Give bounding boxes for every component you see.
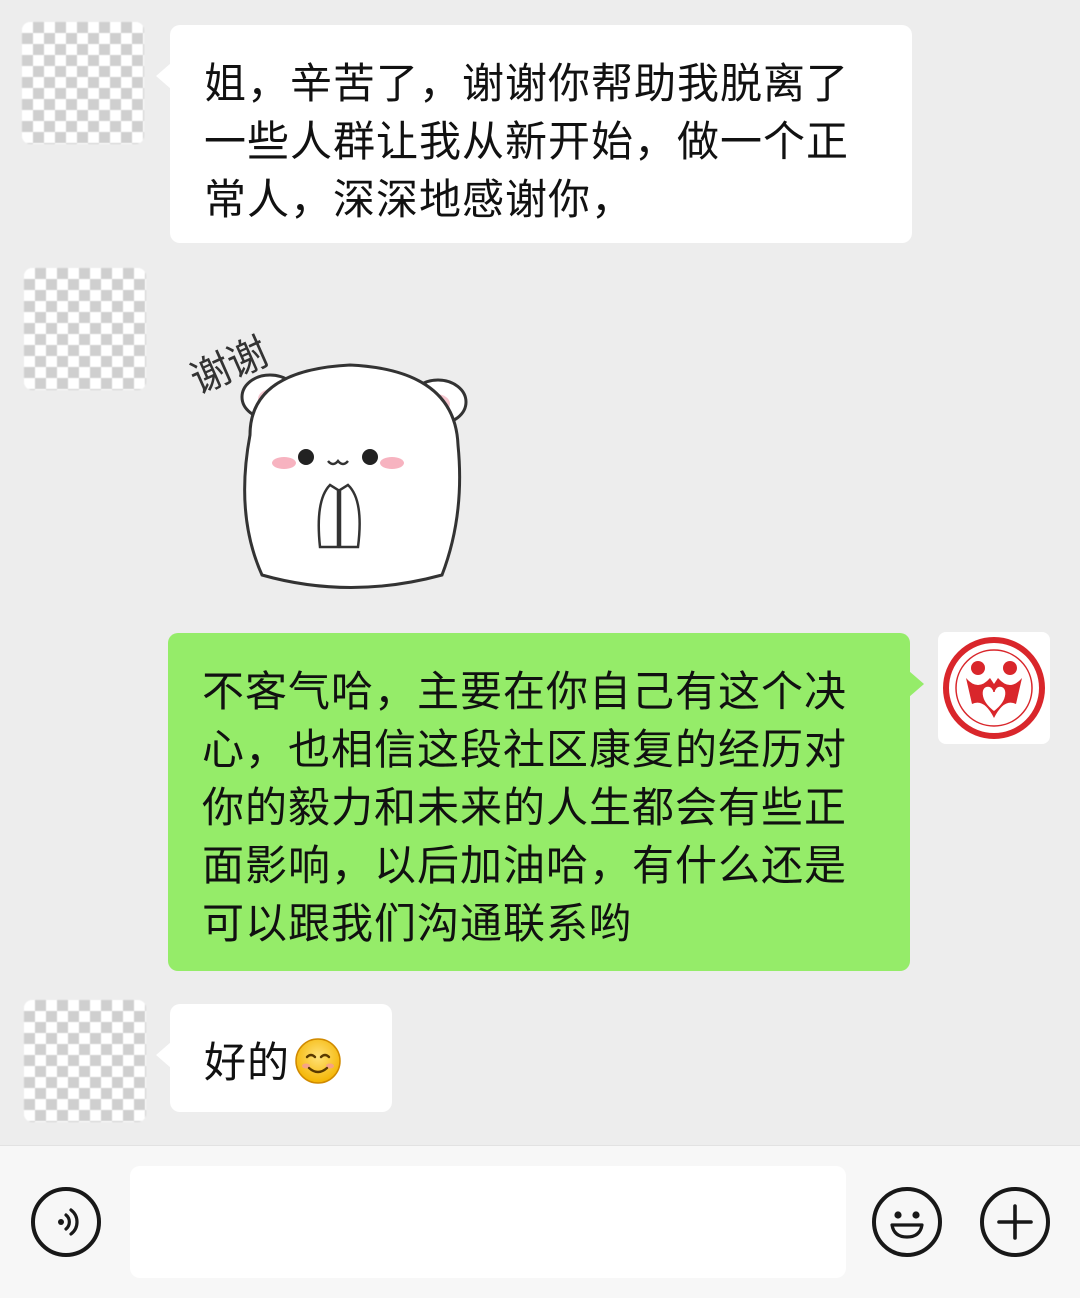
smiling-face-emoji [295, 1038, 341, 1084]
organization-logo-icon [943, 637, 1045, 739]
contact-avatar[interactable] [24, 268, 146, 390]
emoji-icon [890, 1211, 924, 1239]
contact-avatar[interactable] [22, 22, 144, 144]
message-bubble-incoming[interactable]: 好的 [156, 1004, 392, 1112]
message-input[interactable] [130, 1166, 846, 1278]
voice-button[interactable] [31, 1187, 101, 1257]
more-button[interactable] [980, 1187, 1050, 1257]
message-line: 不客气哈，主要在你自己有这个决 [202, 667, 848, 716]
emoji-button[interactable] [872, 1187, 942, 1257]
message-line: 好的 [204, 1034, 360, 1092]
my-avatar[interactable] [938, 632, 1050, 744]
message-line: 一些人群让我从新开始，做一个正 [204, 117, 850, 166]
message-line: 面影响，以后加油哈，有什么还是 [202, 841, 848, 890]
plus-icon [997, 1204, 1033, 1240]
voice-icon [58, 1208, 79, 1236]
contact-avatar[interactable] [24, 1000, 146, 1122]
message-line: 常人，深深地感谢你， [204, 175, 635, 224]
message-text: 好的 [204, 1038, 291, 1087]
message-line: 可以跟我们沟通联系哟 [202, 899, 633, 948]
message-line: 你的毅力和未来的人生都会有些正 [202, 783, 848, 832]
hamster-praying-sticker[interactable]: 谢谢 [180, 285, 480, 605]
message-bubble-incoming[interactable]: 姐，辛苦了，谢谢你帮助我脱离了 一些人群让我从新开始，做一个正 常人，深深地感谢… [156, 25, 912, 243]
message-line: 心，也相信这段社区康复的经历对 [202, 725, 848, 774]
chat-area[interactable]: 姐，辛苦了，谢谢你帮助我脱离了 一些人群让我从新开始，做一个正 常人，深深地感谢… [0, 0, 1080, 1145]
message-line: 姐，辛苦了，谢谢你帮助我脱离了 [204, 59, 850, 108]
message-bubble-outgoing[interactable]: 不客气哈，主要在你自己有这个决 心，也相信这段社区康复的经历对 你的毅力和未来的… [168, 633, 924, 971]
input-bar [0, 1145, 1080, 1298]
